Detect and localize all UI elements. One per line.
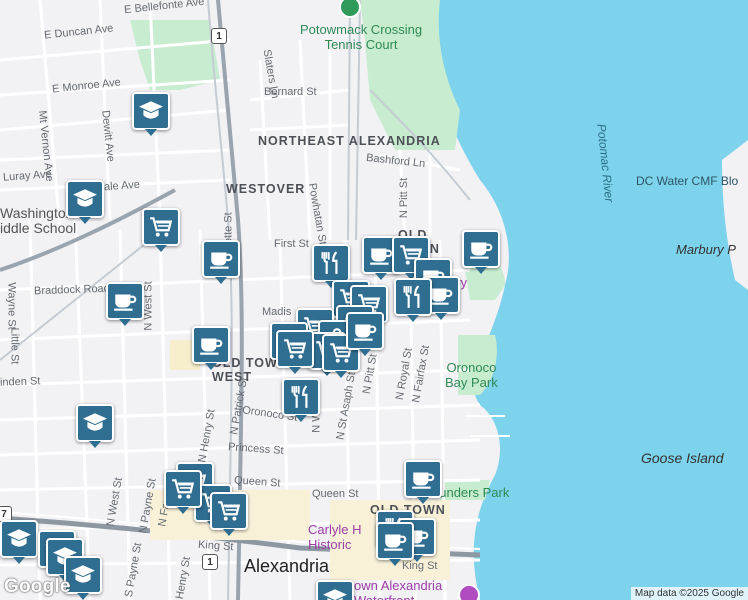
school-icon[interactable]	[66, 180, 104, 224]
street-n-pitt-st-top: N Pitt St	[398, 177, 411, 219]
label-washington-middle-school: Washington iddle School	[0, 205, 77, 236]
label-westover: WESTOVER	[226, 182, 306, 196]
school-icon[interactable]	[76, 404, 114, 448]
shopping-cart-icon[interactable]	[210, 492, 248, 536]
google-logo: Google	[4, 576, 71, 597]
label-marbury: Marbury P	[676, 242, 736, 257]
street-linden-st: inden St	[0, 375, 41, 389]
coffee-cup-icon[interactable]	[106, 282, 144, 326]
coffee-cup-icon[interactable]	[462, 230, 500, 274]
restaurant-icon[interactable]	[282, 378, 320, 422]
label-city-alexandria: Alexandria	[244, 556, 330, 576]
school-icon[interactable]	[132, 92, 170, 136]
label-alexandria-waterfront: own Alexandria Waterfront	[354, 578, 443, 600]
coffee-cup-icon[interactable]	[202, 240, 240, 284]
route-1-north-shield: 1	[211, 28, 227, 44]
street-king-st: King St	[197, 538, 234, 554]
restaurant-icon[interactable]	[394, 278, 432, 322]
label-oronoco-bay-park: Oronoco Bay Park	[445, 360, 498, 390]
map-attribution[interactable]: Map data ©2025 Google	[630, 587, 748, 600]
restaurant-icon[interactable]	[312, 244, 350, 288]
street-madison: Madis	[262, 306, 292, 318]
label-carlyle-historic: Carlyle H Historic	[308, 522, 362, 552]
coffee-cup-icon[interactable]	[192, 326, 230, 370]
street-n-west-st: N West St	[142, 281, 155, 331]
coffee-cup-icon[interactable]	[376, 522, 414, 566]
school-icon[interactable]	[316, 580, 354, 600]
street-little-st: Little St	[8, 327, 21, 365]
street-first-st: First St	[274, 238, 309, 250]
camera-icon[interactable]	[458, 584, 480, 600]
label-potowmack-crossing: Potowmack Crossing Tennis Court	[300, 22, 423, 52]
shopping-cart-icon[interactable]	[142, 208, 180, 252]
street-queen-st-east: Queen St	[312, 488, 359, 500]
street-wayne-st: Wayne St	[5, 282, 18, 330]
label-goose-island: Goose Island	[641, 450, 724, 466]
route-1-south-shield: 1	[202, 554, 218, 570]
coffee-cup-icon[interactable]	[404, 460, 442, 504]
shopping-cart-icon[interactable]	[276, 330, 314, 374]
map-canvas[interactable]: NORTHEAST ALEXANDRIA WESTOVER OLD TOWN N…	[0, 0, 748, 600]
label-founders-park: ounders Park	[432, 485, 510, 500]
street-ale-ave: ale Ave	[103, 178, 141, 194]
shopping-cart-icon[interactable]	[164, 470, 202, 514]
coffee-cup-icon[interactable]	[346, 312, 384, 356]
school-icon[interactable]	[0, 520, 38, 564]
street-bernard-st: Bernard St	[264, 86, 317, 98]
label-dc-water: DC Water CMF Blo	[636, 174, 739, 188]
label-northeast-alexandria: NORTHEAST ALEXANDRIA	[258, 134, 441, 148]
